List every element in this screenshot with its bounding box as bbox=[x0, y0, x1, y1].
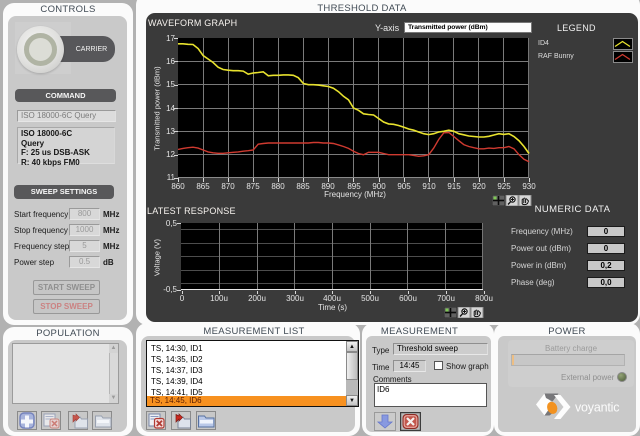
svg-text:voyantic: voyantic bbox=[575, 401, 619, 415]
